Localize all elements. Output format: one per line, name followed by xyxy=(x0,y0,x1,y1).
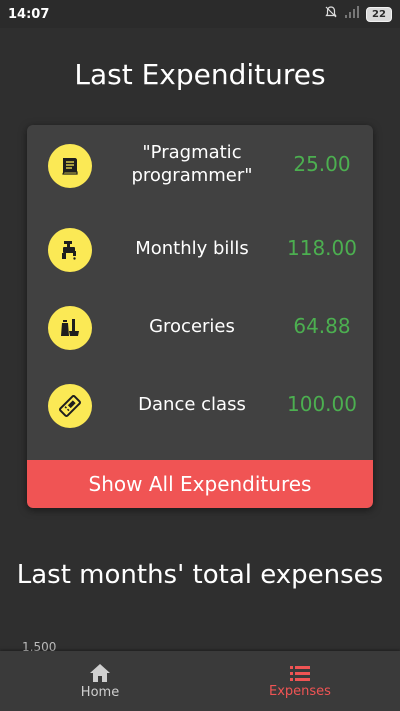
expenditure-name: Monthly bills xyxy=(135,237,249,259)
book-icon xyxy=(48,144,92,188)
expenditure-row[interactable]: "Pragmatic programmer" 25.00 xyxy=(27,125,373,203)
expenditure-row[interactable]: Groceries 64.88 xyxy=(27,287,373,365)
show-all-expenditures-button[interactable]: Show All Expenditures xyxy=(27,460,373,508)
bottom-navigation: Home Expenses xyxy=(0,651,400,711)
expenditures-card: "Pragmatic programmer" 25.00 Monthly bil… xyxy=(27,125,373,508)
expenditure-row[interactable]: Dance class 100.00 xyxy=(27,365,373,443)
page-title: Last Expenditures xyxy=(74,58,326,91)
expenditure-amount: 25.00 xyxy=(293,152,351,176)
expenditure-name: Groceries xyxy=(149,315,235,337)
list-icon xyxy=(289,664,311,682)
nav-item-label: Expenses xyxy=(269,683,331,699)
nav-item-label: Home xyxy=(80,684,120,700)
signal-icon xyxy=(344,6,360,22)
home-icon xyxy=(89,663,111,683)
expenditure-row[interactable]: Monthly bills 118.00 xyxy=(27,209,373,287)
groceries-icon xyxy=(48,306,92,350)
expenditure-name: "Pragmatic programmer" xyxy=(131,142,253,186)
nav-item-home[interactable]: Home xyxy=(0,651,200,711)
notification-off-icon xyxy=(324,5,338,23)
expenditure-amount: 64.88 xyxy=(293,314,351,338)
section-title: Last months' total expenses xyxy=(16,560,384,590)
expenditure-amount: 100.00 xyxy=(287,392,357,416)
status-icons: 22 xyxy=(324,5,392,23)
ticket-icon xyxy=(48,384,92,428)
status-bar: 14:07 22 xyxy=(0,0,400,28)
expenditure-name: Dance class xyxy=(138,393,246,415)
battery-icon: 22 xyxy=(366,6,392,22)
nav-item-expenses[interactable]: Expenses xyxy=(200,651,400,711)
faucet-icon xyxy=(48,228,92,272)
expenditure-amount: 118.00 xyxy=(287,236,357,260)
status-time: 14:07 xyxy=(8,6,50,22)
